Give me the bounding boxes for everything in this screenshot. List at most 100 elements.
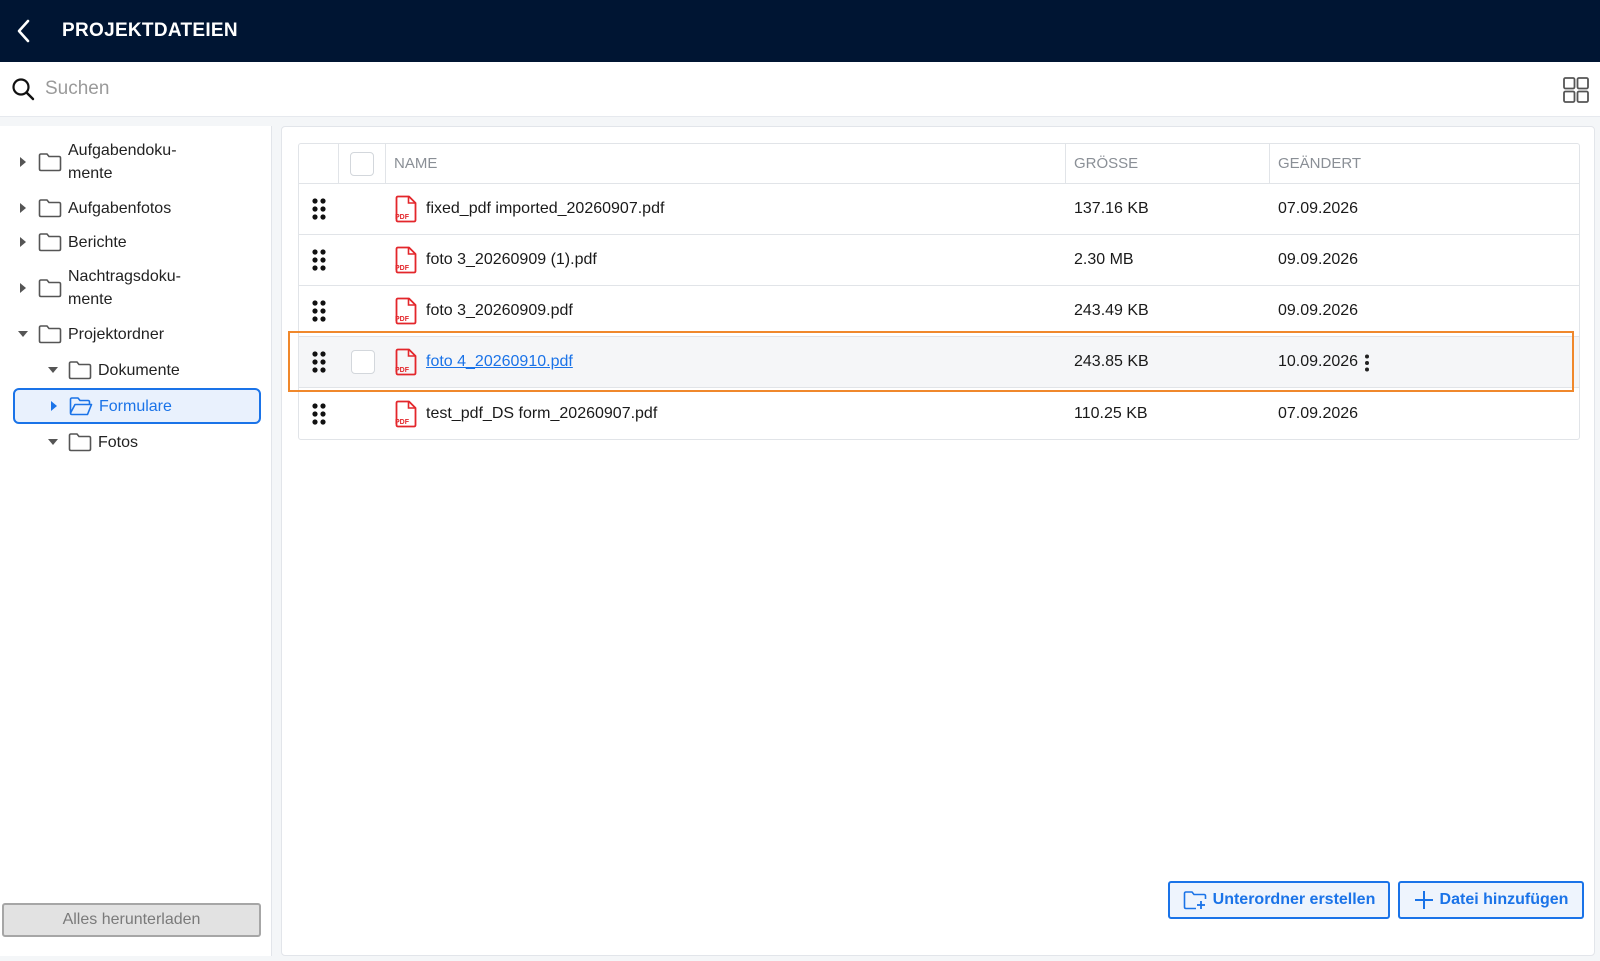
grid-view-toggle[interactable] <box>1562 76 1590 104</box>
add-file-label: Datei hinzufügen <box>1439 891 1569 908</box>
file-name-cell: PDF foto 3_20260909.pdf <box>386 286 1066 336</box>
drag-handle-icon <box>312 198 326 220</box>
drag-handle-icon <box>312 402 326 425</box>
row-check-cell <box>339 286 386 336</box>
table-row[interactable]: PDF fixed_pdf imported_20260907.pdf 137.… <box>299 184 1579 235</box>
column-header-size[interactable]: GRÖSSE <box>1066 144 1270 183</box>
column-header-modified[interactable]: GEÄNDERT <box>1270 144 1579 183</box>
pdf-file-icon: PDF <box>395 195 417 223</box>
plus-icon <box>1414 891 1433 909</box>
drag-handle[interactable] <box>299 235 339 285</box>
tree-item-formulare[interactable]: Formulare <box>13 388 261 424</box>
tree-label-line: Aufgabendoku- <box>68 142 177 159</box>
svg-text:PDF: PDF <box>395 367 410 374</box>
header-drag-column <box>299 144 339 183</box>
tree-label: Berichte <box>68 233 127 251</box>
file-name[interactable]: foto 3_20260909 (1).pdf <box>426 251 597 269</box>
tree-item-aufgabenfotos[interactable]: Aufgabenfotos <box>16 196 171 220</box>
download-all-button[interactable]: Alles herunterladen <box>2 903 261 937</box>
row-check-cell <box>339 337 386 387</box>
pdf-file-icon: PDF <box>395 297 417 325</box>
folder-icon <box>38 325 62 344</box>
file-size: 110.25 KB <box>1074 404 1148 422</box>
caret-right-icon[interactable] <box>16 235 30 249</box>
tree-label-line: Nachtragsdoku- <box>68 268 181 285</box>
tree-item-dokumente[interactable]: Dokumente <box>46 358 180 382</box>
file-modified: 10.09.2026 <box>1278 353 1359 370</box>
drag-handle[interactable] <box>299 388 339 439</box>
file-name-cell: PDF fixed_pdf imported_20260907.pdf <box>386 184 1066 234</box>
create-subfolder-button[interactable]: Unterordner erstellen <box>1168 881 1390 919</box>
chevron-left-icon <box>17 19 30 43</box>
table-row[interactable]: PDF foto 4_20260910.pdf 243.85 KB 10.09.… <box>288 331 1579 392</box>
create-subfolder-label: Unterordner erstellen <box>1212 891 1376 908</box>
drag-handle-icon <box>312 351 326 373</box>
file-name[interactable]: fixed_pdf imported_20260907.pdf <box>426 200 664 218</box>
back-button[interactable] <box>0 0 46 62</box>
more-vertical-icon <box>1365 354 1369 372</box>
tree-item-fotos[interactable]: Fotos <box>46 430 138 454</box>
file-size: 243.49 KB <box>1074 302 1149 319</box>
file-name-cell: PDF test_pdf_DS form_20260907.pdf <box>386 388 1066 439</box>
folder-sidebar: Aufgabendoku-mente Aufgabenfotos Bericht… <box>0 126 272 956</box>
file-size: 137.16 KB <box>1074 200 1149 217</box>
drag-handle[interactable] <box>299 184 339 234</box>
table-row[interactable]: PDF test_pdf_DS form_20260907.pdf 110.25… <box>299 388 1579 439</box>
select-all-checkbox[interactable] <box>350 151 374 176</box>
tree-label: Formulare <box>99 397 172 415</box>
file-size: 243.85 KB <box>1074 353 1149 370</box>
caret-right-icon[interactable] <box>16 201 30 215</box>
tree-label: Aufgabenfotos <box>68 199 172 217</box>
file-name-cell: PDF foto 3_20260909 (1).pdf <box>386 235 1066 285</box>
header-check-column <box>339 144 386 183</box>
caret-down-icon[interactable] <box>16 327 30 341</box>
caret-right-icon[interactable] <box>16 281 30 295</box>
add-file-button[interactable]: Datei hinzufügen <box>1398 881 1584 919</box>
caret-down-icon[interactable] <box>46 435 60 449</box>
tree-label-line: mente <box>68 291 113 308</box>
table-row[interactable]: PDF foto 3_20260909.pdf 243.49 KB 09.09.… <box>299 286 1579 337</box>
file-name-cell: PDF foto 4_20260910.pdf <box>386 337 1066 387</box>
file-name-link[interactable]: foto 4_20260910.pdf <box>426 353 573 371</box>
tree-label: Projektordner <box>68 325 165 343</box>
folder-icon <box>38 233 62 252</box>
svg-text:PDF: PDF <box>395 265 410 272</box>
tree-item-berichte[interactable]: Berichte <box>16 230 127 254</box>
tree-label-line: mente <box>68 165 113 182</box>
tree-label: Dokumente <box>98 361 180 379</box>
drag-handle[interactable] <box>299 337 339 387</box>
row-menu-button[interactable] <box>1359 351 1375 375</box>
pdf-file-icon: PDF <box>395 400 417 427</box>
drag-handle[interactable] <box>299 286 339 336</box>
file-modified: 07.09.2026 <box>1278 200 1359 217</box>
folder-open-icon <box>69 397 93 416</box>
tree-item-aufgabendokumente[interactable]: Aufgabendoku-mente <box>16 138 177 186</box>
folder-icon <box>38 199 62 218</box>
svg-text:PDF: PDF <box>395 214 410 221</box>
tree-item-projektordner[interactable]: Projektordner <box>16 322 164 346</box>
caret-down-icon[interactable] <box>46 363 60 377</box>
row-check-cell <box>339 388 386 439</box>
file-name[interactable]: test_pdf_DS form_20260907.pdf <box>426 405 657 423</box>
search-bar <box>0 62 1600 117</box>
row-checkbox[interactable] <box>350 350 375 374</box>
table-header: NAME GRÖSSE GEÄNDERT <box>299 144 1579 184</box>
pdf-file-icon: PDF <box>395 246 417 274</box>
pdf-file-icon: PDF <box>395 348 417 376</box>
folder-icon <box>68 361 92 380</box>
caret-right-icon[interactable] <box>16 155 30 169</box>
svg-text:PDF: PDF <box>395 316 410 323</box>
caret-right-icon[interactable] <box>47 399 61 413</box>
app-header: PROJEKTDATEIEN <box>0 0 1600 62</box>
file-modified: 07.09.2026 <box>1278 404 1359 422</box>
folder-icon <box>38 279 62 298</box>
column-header-name[interactable]: NAME <box>386 144 1066 183</box>
grid-view-icon <box>1563 77 1589 103</box>
table-row[interactable]: PDF foto 3_20260909 (1).pdf 2.30 MB 09.0… <box>299 235 1579 286</box>
file-modified: 09.09.2026 <box>1278 251 1359 268</box>
file-name[interactable]: foto 3_20260909.pdf <box>426 302 573 320</box>
row-check-cell <box>339 235 386 285</box>
search-input[interactable] <box>45 69 1445 109</box>
search-icon <box>0 62 45 117</box>
tree-item-nachtragsdokumente[interactable]: Nachtragsdoku-mente <box>16 264 181 312</box>
